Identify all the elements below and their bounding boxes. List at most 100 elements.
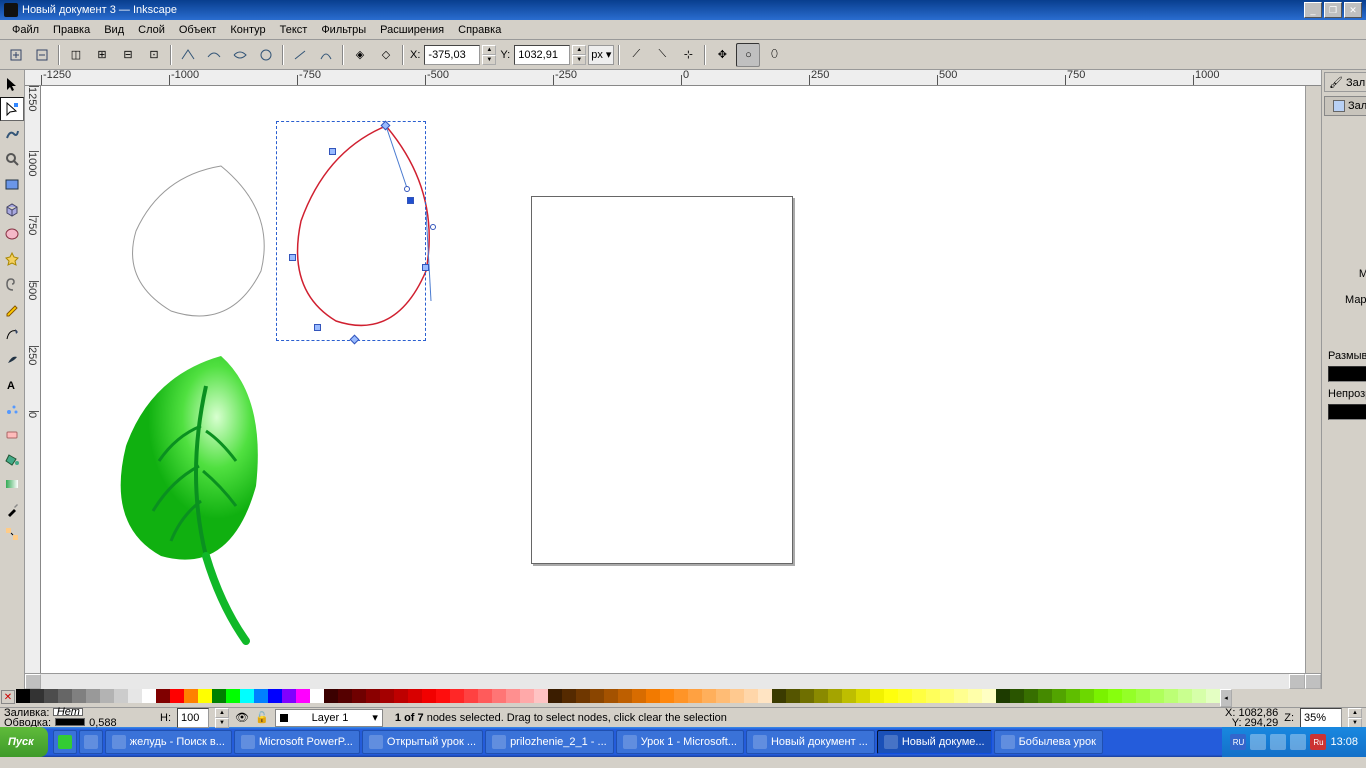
- unit-select[interactable]: px ▾: [588, 45, 614, 65]
- scroll-right-icon[interactable]: [1289, 674, 1305, 689]
- color-swatch[interactable]: [394, 689, 408, 703]
- menu-file[interactable]: Файл: [6, 22, 45, 38]
- color-swatch[interactable]: [114, 689, 128, 703]
- color-swatch[interactable]: [912, 689, 926, 703]
- color-swatch[interactable]: [1024, 689, 1038, 703]
- opacity-quick-spinner[interactable]: ▲▼: [215, 708, 229, 728]
- color-swatch[interactable]: [1052, 689, 1066, 703]
- color-swatch[interactable]: [310, 689, 324, 703]
- color-swatch[interactable]: [940, 689, 954, 703]
- start-button[interactable]: Пуск: [0, 727, 48, 757]
- taskbar-item[interactable]: желудь - Поиск в...: [105, 730, 232, 754]
- color-swatch[interactable]: [422, 689, 436, 703]
- bezier-handle[interactable]: [404, 186, 410, 192]
- show-bezier-icon[interactable]: ○: [736, 43, 760, 67]
- object-to-path-icon[interactable]: ◈: [348, 43, 372, 67]
- show-path-outline-icon[interactable]: ⬯: [762, 43, 786, 67]
- color-swatch[interactable]: [436, 689, 450, 703]
- path-node[interactable]: [422, 264, 429, 271]
- color-swatch[interactable]: [646, 689, 660, 703]
- color-swatch[interactable]: [688, 689, 702, 703]
- color-swatch[interactable]: [366, 689, 380, 703]
- zoom-input[interactable]: [1300, 708, 1342, 728]
- maximize-button[interactable]: ❐: [1324, 2, 1342, 18]
- blur-slider[interactable]: [1328, 366, 1366, 382]
- color-swatch[interactable]: [492, 689, 506, 703]
- vertical-scrollbar[interactable]: [1305, 86, 1321, 673]
- stroke-swatch[interactable]: [55, 718, 85, 726]
- color-swatch[interactable]: [520, 689, 534, 703]
- star-tool-icon[interactable]: [0, 247, 24, 271]
- color-swatch[interactable]: [576, 689, 590, 703]
- connector-tool-icon[interactable]: [0, 522, 24, 546]
- color-swatch[interactable]: [142, 689, 156, 703]
- node-smooth-icon[interactable]: [202, 43, 226, 67]
- taskbar-item[interactable]: Открытый урок ...: [362, 730, 483, 754]
- spray-tool-icon[interactable]: [0, 397, 24, 421]
- path-node[interactable]: [314, 324, 321, 331]
- color-swatch[interactable]: [814, 689, 828, 703]
- leaf-outline-shape[interactable]: [101, 151, 281, 331]
- dropper-tool-icon[interactable]: [0, 497, 24, 521]
- tray-icon[interactable]: [1270, 734, 1286, 750]
- horizontal-scrollbar[interactable]: [25, 673, 1321, 689]
- color-swatch[interactable]: [730, 689, 744, 703]
- color-swatch[interactable]: [30, 689, 44, 703]
- no-color-swatch[interactable]: ✕: [1, 690, 15, 704]
- color-swatch[interactable]: [86, 689, 100, 703]
- bezier-tool-icon[interactable]: [0, 322, 24, 346]
- color-swatch[interactable]: [786, 689, 800, 703]
- menu-object[interactable]: Объект: [173, 22, 222, 38]
- close-button[interactable]: ✕: [1344, 2, 1362, 18]
- segment-join-icon[interactable]: ⊡: [142, 43, 166, 67]
- color-swatch[interactable]: [674, 689, 688, 703]
- taskbar-item[interactable]: Урок 1 - Microsoft...: [616, 730, 744, 754]
- color-swatch[interactable]: [1094, 689, 1108, 703]
- green-leaf-shape[interactable]: [81, 346, 281, 656]
- color-swatch[interactable]: [716, 689, 730, 703]
- show-handles-icon[interactable]: ⟋: [624, 43, 648, 67]
- menu-layer[interactable]: Слой: [132, 22, 171, 38]
- color-swatch[interactable]: [1108, 689, 1122, 703]
- color-swatch[interactable]: [268, 689, 282, 703]
- color-swatch[interactable]: [226, 689, 240, 703]
- clock[interactable]: 13:08: [1330, 736, 1358, 748]
- color-swatch[interactable]: [338, 689, 352, 703]
- color-swatch[interactable]: [240, 689, 254, 703]
- quicklaunch-item[interactable]: [79, 730, 103, 754]
- color-swatch[interactable]: [1010, 689, 1024, 703]
- quick-zoom-icon[interactable]: [1305, 674, 1321, 689]
- color-swatch[interactable]: [1038, 689, 1052, 703]
- color-swatch[interactable]: [1178, 689, 1192, 703]
- color-swatch[interactable]: [1066, 689, 1080, 703]
- menu-filters[interactable]: Фильтры: [315, 22, 372, 38]
- selector-tool-icon[interactable]: [0, 72, 24, 96]
- text-tool-icon[interactable]: A: [0, 372, 24, 396]
- taskbar-item[interactable]: Бобылева урок: [994, 730, 1103, 754]
- color-swatch[interactable]: [100, 689, 114, 703]
- color-swatch[interactable]: [744, 689, 758, 703]
- gradient-tool-icon[interactable]: [0, 472, 24, 496]
- calligraphy-tool-icon[interactable]: [0, 347, 24, 371]
- color-swatch[interactable]: [16, 689, 30, 703]
- scroll-left-icon[interactable]: [25, 674, 41, 689]
- taskbar-item[interactable]: prilozhenie_2_1 - ...: [485, 730, 614, 754]
- node-tool-icon[interactable]: [0, 97, 24, 121]
- show-outline-icon[interactable]: ⟍: [650, 43, 674, 67]
- color-swatch[interactable]: [590, 689, 604, 703]
- zoom-spinner[interactable]: ▲▼: [1348, 708, 1362, 728]
- color-swatch[interactable]: [800, 689, 814, 703]
- color-swatch[interactable]: [72, 689, 86, 703]
- x-input[interactable]: -375,03: [424, 45, 480, 65]
- color-swatch[interactable]: [996, 689, 1010, 703]
- color-swatch[interactable]: [562, 689, 576, 703]
- color-swatch[interactable]: [842, 689, 856, 703]
- palette-menu-icon[interactable]: ◂: [1220, 689, 1232, 707]
- color-swatch[interactable]: [156, 689, 170, 703]
- color-swatch[interactable]: [478, 689, 492, 703]
- color-swatch[interactable]: [982, 689, 996, 703]
- rect-tool-icon[interactable]: [0, 172, 24, 196]
- color-swatch[interactable]: [1206, 689, 1220, 703]
- color-swatch[interactable]: [604, 689, 618, 703]
- taskbar-item[interactable]: Новый докуме...: [877, 730, 992, 754]
